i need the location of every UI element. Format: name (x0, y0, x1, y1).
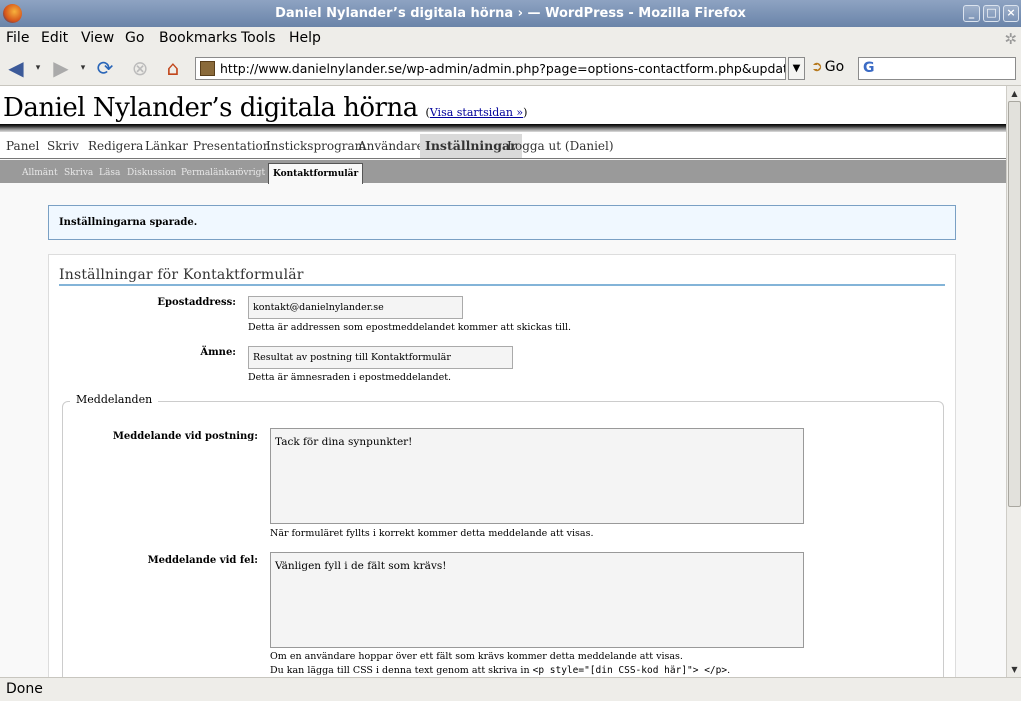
url-dropdown-icon[interactable]: ▼ (788, 57, 805, 80)
menu-tools[interactable]: Tools (241, 30, 276, 46)
submenu-kontaktformular[interactable]: Kontaktformulär (268, 163, 364, 184)
go-arrow-icon: ➲ (811, 59, 823, 75)
scroll-up-icon[interactable]: ▲ (1008, 87, 1021, 100)
menu-bookmarks[interactable]: Bookmarks (159, 30, 237, 46)
reload-icon[interactable]: ⟳ (93, 56, 117, 80)
firefox-logo-icon (3, 4, 22, 23)
site-favicon-icon (200, 61, 215, 76)
subject-help: Detta är ämnesraden i epostmeddelandet. (248, 372, 452, 383)
menu-edit[interactable]: Edit (41, 30, 68, 46)
messages-legend: Meddelanden (70, 393, 159, 406)
blog-title-text: Daniel Nylander’s digitala hörna (3, 93, 418, 123)
admin-menu-logout[interactable]: Logga ut (Daniel) (507, 139, 614, 153)
scrollbar-thumb[interactable] (1008, 101, 1021, 507)
go-label: Go (824, 59, 845, 75)
success-message-textarea[interactable]: Tack för dina synpunkter! (270, 428, 804, 524)
css-help-prefix: Du kan lägga till CSS i denna text genom… (270, 665, 530, 676)
email-field[interactable]: kontakt@danielnylander.se (248, 296, 463, 319)
settings-saved-notice: Inställningarna sparade. (48, 205, 956, 240)
menu-file[interactable]: File (6, 30, 29, 46)
submenu-allmant[interactable]: Allmänt (22, 168, 58, 178)
minimize-icon[interactable]: _ (963, 5, 980, 22)
menu-go[interactable]: Go (125, 30, 144, 46)
go-button[interactable]: ➲ Go (811, 59, 844, 75)
admin-menu-skriv[interactable]: Skriv (47, 139, 79, 153)
url-bar[interactable]: http://www.danielnylander.se/wp-admin/ad… (195, 57, 786, 80)
error-message-help: Om en användare hoppar över ett fält som… (270, 651, 683, 662)
subject-label: Ämne: (200, 347, 236, 358)
vertical-scrollbar[interactable]: ▲ ▼ (1006, 86, 1021, 677)
css-help-code: <p style="[din CSS-kod här]"> </p> (532, 665, 728, 676)
success-message-help: När formuläret fyllts i korrekt kommer d… (270, 528, 594, 539)
subject-field[interactable]: Resultat av postning till Kontaktformulä… (248, 346, 513, 369)
css-help-suffix: . (727, 665, 731, 676)
visit-site-link[interactable]: Visa startsidan » (430, 106, 523, 119)
page-title: Inställningar för Kontaktformulär (59, 267, 945, 286)
submenu-lasa[interactable]: Läsa (99, 168, 120, 178)
submenu-ovrigt[interactable]: övrigt (238, 168, 265, 178)
error-message-label: Meddelande vid fel: (147, 555, 258, 566)
status-bar: Done (0, 677, 1021, 701)
menu-view[interactable]: View (81, 30, 114, 46)
admin-menu-redigera[interactable]: Redigera (88, 139, 143, 153)
header-divider (0, 124, 1006, 132)
css-help: Du kan lägga till CSS i denna text genom… (270, 665, 730, 676)
blog-title: Daniel Nylander’s digitala hörna (Visa s… (3, 93, 528, 123)
submenu-diskussion[interactable]: Diskussion (127, 168, 176, 178)
google-search-icon[interactable]: G (863, 60, 875, 76)
navigation-toolbar: ◀ ▾ ▶ ▾ ⟳ ⊗ ⌂ http://www.danielnylander.… (0, 51, 1021, 86)
page-content: Daniel Nylander’s digitala hörna (Visa s… (0, 86, 1006, 677)
url-text: http://www.danielnylander.se/wp-admin/ad… (220, 61, 786, 76)
admin-menu-presentation[interactable]: Presentation (193, 139, 271, 153)
window-titlebar: Daniel Nylander’s digitala hörna › — Wor… (0, 0, 1021, 27)
admin-menu-lankar[interactable]: Länkar (145, 139, 188, 153)
admin-menu-panel[interactable]: Panel (6, 139, 39, 153)
home-icon[interactable]: ⌂ (160, 56, 186, 80)
back-icon[interactable]: ◀ (5, 56, 27, 80)
forward-icon[interactable]: ▶ (50, 56, 72, 80)
blog-header: Daniel Nylander’s digitala hörna (Visa s… (0, 86, 1006, 126)
close-icon[interactable]: × (1003, 5, 1019, 22)
throbber-icon: ✲ (1004, 30, 1017, 48)
admin-menu-insticksprogram[interactable]: Insticksprogram (266, 139, 366, 153)
admin-menu-anvandare[interactable]: Användare (358, 139, 424, 153)
scroll-down-icon[interactable]: ▼ (1008, 663, 1021, 676)
submenu-skriva[interactable]: Skriva (64, 168, 93, 178)
submenu-permalankar[interactable]: Permalänkar (181, 168, 239, 178)
admin-menu: Panel Skriv Redigera Länkar Presentation… (0, 132, 1006, 159)
error-message-textarea[interactable]: Vänligen fyll i de fält som krävs! (270, 552, 804, 648)
menu-bar: File Edit View Go Bookmarks Tools Help ✲ (0, 27, 1021, 51)
maximize-icon[interactable]: □ (983, 5, 1000, 22)
window-title: Daniel Nylander’s digitala hörna › — Wor… (275, 6, 746, 21)
stop-icon[interactable]: ⊗ (128, 56, 152, 80)
forward-history-dropdown-icon[interactable]: ▾ (78, 56, 88, 80)
settings-panel: Inställningar för Kontaktformulär Eposta… (48, 254, 956, 677)
status-text: Done (6, 681, 43, 697)
success-message-label: Meddelande vid postning: (112, 431, 258, 442)
menu-help[interactable]: Help (289, 30, 321, 46)
email-label: Epostaddress: (157, 297, 236, 308)
search-bar[interactable]: G (858, 57, 1016, 80)
email-help: Detta är addressen som epostmeddelandet … (248, 322, 572, 333)
settings-submenu: Allmänt Skriva Läsa Diskussion Permalänk… (0, 160, 1006, 184)
back-history-dropdown-icon[interactable]: ▾ (33, 56, 43, 80)
